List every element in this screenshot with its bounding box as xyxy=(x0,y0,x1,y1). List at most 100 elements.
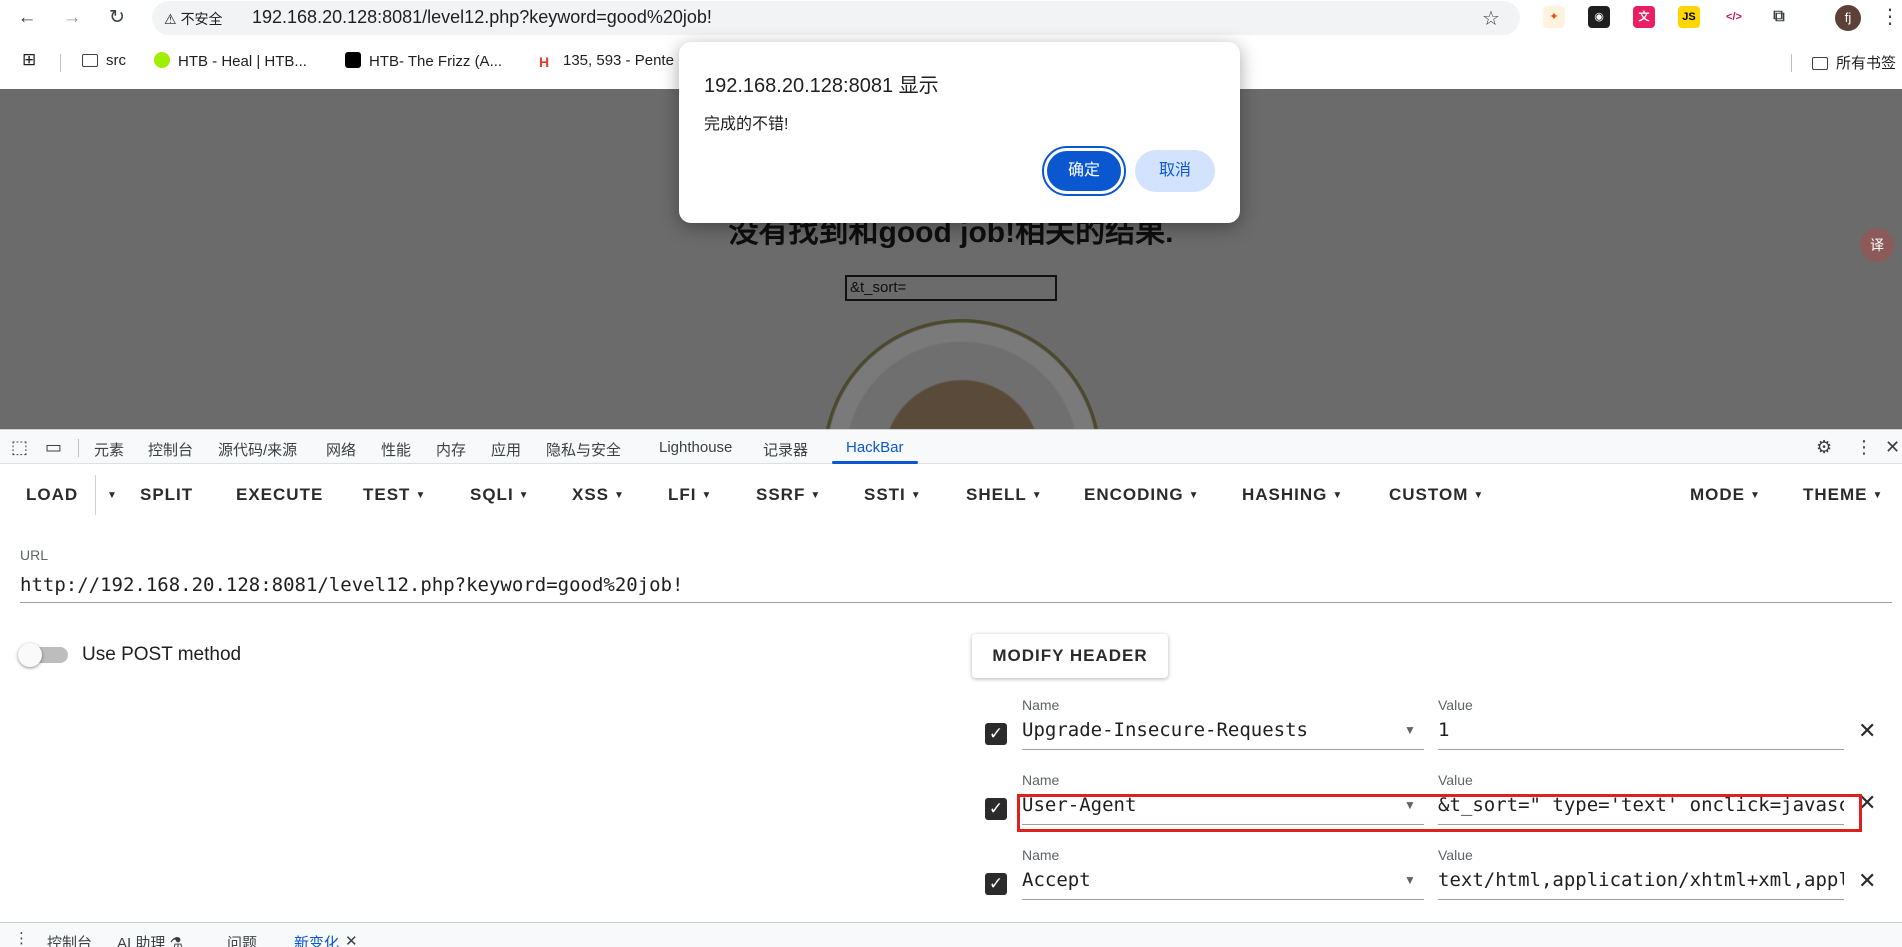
tab-hackbar[interactable]: HackBar xyxy=(846,439,904,456)
inspect-element-icon[interactable]: ⬚ xyxy=(11,437,28,458)
medium-logo-icon xyxy=(345,52,361,68)
ssti-menu[interactable]: SSTI ▼ xyxy=(864,485,922,505)
chevron-down-icon: ▼ xyxy=(415,490,427,501)
chevron-down-icon: ▼ xyxy=(1750,490,1761,501)
tab-application[interactable]: 应用 xyxy=(491,439,521,460)
apps-grid-icon[interactable]: ⊞ xyxy=(22,50,36,70)
dialog-title: 192.168.20.128:8081 显示 xyxy=(704,75,939,97)
chevron-down-icon: ▼ xyxy=(810,490,822,501)
page-image xyxy=(823,319,1101,429)
bookmark-divider xyxy=(1791,54,1792,72)
close-drawer-tab-icon[interactable]: ✕ xyxy=(345,932,358,947)
close-devtools-icon[interactable]: ✕ xyxy=(1885,437,1900,458)
header-name-dropdown-icon[interactable]: ▼ xyxy=(1404,723,1416,737)
header-name-dropdown-icon[interactable]: ▼ xyxy=(1404,873,1416,887)
header-value-input[interactable]: 1 xyxy=(1438,719,1844,741)
drawer-menu-icon[interactable]: ⋮ xyxy=(14,929,29,947)
tab-elements[interactable]: 元素 xyxy=(94,439,124,460)
device-toolbar-icon[interactable]: ▭ xyxy=(45,437,62,458)
tab-memory[interactable]: 内存 xyxy=(436,439,466,460)
settings-gear-icon[interactable]: ⚙ xyxy=(1816,437,1832,458)
header-name-label: Name xyxy=(1022,772,1060,788)
load-dropdown-icon[interactable]: ▼ xyxy=(102,485,118,505)
theme-menu[interactable]: THEME ▼ xyxy=(1803,485,1883,505)
extension-icon-5[interactable]: </> xyxy=(1723,6,1745,28)
forward-icon[interactable]: → xyxy=(60,6,84,30)
devtools-menu-icon[interactable]: ⋮ xyxy=(1855,437,1873,458)
tab-recorder[interactable]: 记录器 xyxy=(763,439,808,460)
execute-button[interactable]: EXECUTE xyxy=(236,485,323,505)
browser-menu-icon[interactable]: ⋮ xyxy=(1880,4,1900,29)
post-toggle-knob[interactable] xyxy=(18,643,42,667)
chevron-down-icon: ▼ xyxy=(518,490,530,501)
xss-menu[interactable]: XSS ▼ xyxy=(572,485,625,505)
devtools-drawer: ⋮ 控制台 AI 助理 ⚗ 问题 新变化 ✕ xyxy=(0,922,1902,947)
address-url[interactable]: 192.168.20.128:8081/level12.php?keyword=… xyxy=(252,7,712,28)
bookmark-htb-heal[interactable]: HTB - Heal | HTB... xyxy=(154,52,307,70)
header-value-label: Value xyxy=(1438,697,1473,713)
load-button[interactable]: LOAD xyxy=(26,485,78,505)
split-button[interactable]: SPLIT xyxy=(140,485,193,505)
header-enable-checkbox[interactable]: ✓ xyxy=(985,723,1007,745)
all-bookmarks[interactable]: 所有书签 xyxy=(1812,52,1896,73)
field-underline xyxy=(1022,899,1424,900)
devtools-tabbar: ⬚ ▭ 元素 控制台 源代码/来源 网络 性能 内存 应用 隐私与安全 Ligh… xyxy=(0,429,1902,464)
bookmark-src[interactable]: src xyxy=(82,52,126,69)
drawer-tab-issues[interactable]: 问题 xyxy=(227,932,257,947)
translate-icon[interactable]: 译 xyxy=(1860,228,1894,262)
header-value-input[interactable]: text/html,application/xhtml+xml,applicat… xyxy=(1438,869,1844,891)
shell-menu[interactable]: SHELL ▼ xyxy=(966,485,1043,505)
extension-icon-4[interactable]: JS xyxy=(1678,6,1700,28)
field-underline xyxy=(1022,749,1424,750)
extension-icon-2[interactable]: ◉ xyxy=(1588,6,1610,28)
tab-divider xyxy=(78,439,79,457)
ssrf-menu[interactable]: SSRF ▼ xyxy=(756,485,821,505)
custom-menu[interactable]: CUSTOM ▼ xyxy=(1389,485,1484,505)
page-search-input[interactable]: &t_sort= xyxy=(845,275,1057,301)
remove-header-icon[interactable]: ✕ xyxy=(1858,718,1876,744)
header-enable-checkbox[interactable]: ✓ xyxy=(985,873,1007,895)
header-enable-checkbox[interactable]: ✓ xyxy=(985,798,1007,820)
chevron-down-icon: ▼ xyxy=(910,490,922,501)
dialog-cancel-button[interactable]: 取消 xyxy=(1135,150,1215,192)
sqli-menu[interactable]: SQLI ▼ xyxy=(470,485,530,505)
tab-performance[interactable]: 性能 xyxy=(381,439,411,460)
security-indicator[interactable]: ⚠ 不安全 xyxy=(164,9,223,29)
tab-sources[interactable]: 源代码/来源 xyxy=(218,439,297,460)
active-tab-indicator xyxy=(832,461,918,464)
profile-avatar[interactable]: fj xyxy=(1835,5,1861,31)
tab-privacy-security[interactable]: 隐私与安全 xyxy=(546,439,621,460)
chevron-down-icon: ▼ xyxy=(1473,490,1485,501)
hackbar-toolbar: LOAD ▼ SPLIT EXECUTE TEST ▼ SQLI ▼ XSS ▼ LF… xyxy=(0,465,1902,523)
modify-header-button[interactable]: MODIFY HEADER xyxy=(972,634,1168,678)
extension-icon-3[interactable]: 文 xyxy=(1633,6,1655,28)
lfi-menu[interactable]: LFI ▼ xyxy=(668,485,712,505)
back-icon[interactable]: ← xyxy=(15,6,39,30)
extension-icon-1[interactable]: ✦ xyxy=(1543,6,1565,28)
tab-lighthouse[interactable]: Lighthouse xyxy=(659,439,732,456)
bookmark-htb-frizz[interactable]: HTB- The Frizz (A... xyxy=(345,52,502,70)
encoding-menu[interactable]: ENCODING ▼ xyxy=(1084,485,1200,505)
hashing-menu[interactable]: HASHING ▼ xyxy=(1242,485,1343,505)
header-value-label: Value xyxy=(1438,772,1473,788)
header-name-input[interactable]: Upgrade-Insecure-Requests xyxy=(1022,719,1308,741)
browser-toolbar: ← → ↻ ⚠ 不安全 192.168.20.128:8081/level12.p… xyxy=(0,0,1902,36)
url-input[interactable]: http://192.168.20.128:8081/level12.php?k… xyxy=(20,574,683,596)
bookmark-pentest[interactable]: H 135, 593 - Pente xyxy=(539,52,674,70)
drawer-tab-whats-new[interactable]: 新变化 xyxy=(294,932,339,947)
dialog-ok-button[interactable]: 确定 xyxy=(1042,146,1126,196)
header-name-input[interactable]: Accept xyxy=(1022,869,1091,891)
htb-logo-icon xyxy=(154,52,170,68)
mode-menu[interactable]: MODE ▼ xyxy=(1690,485,1761,505)
remove-header-icon[interactable]: ✕ xyxy=(1858,868,1876,894)
drawer-tab-console[interactable]: 控制台 xyxy=(47,932,92,947)
toolbar-divider xyxy=(95,475,96,515)
extensions-puzzle-icon[interactable]: ⧉ xyxy=(1768,6,1790,28)
reload-icon[interactable]: ↻ xyxy=(105,6,129,30)
bookmark-star-icon[interactable]: ☆ xyxy=(1482,6,1500,31)
tab-network[interactable]: 网络 xyxy=(326,439,356,460)
drawer-tab-ai-assistant[interactable]: AI 助理 ⚗ xyxy=(117,932,183,947)
tab-console[interactable]: 控制台 xyxy=(148,439,193,460)
test-menu[interactable]: TEST ▼ xyxy=(363,485,426,505)
chevron-down-icon: ▼ xyxy=(1031,490,1043,501)
